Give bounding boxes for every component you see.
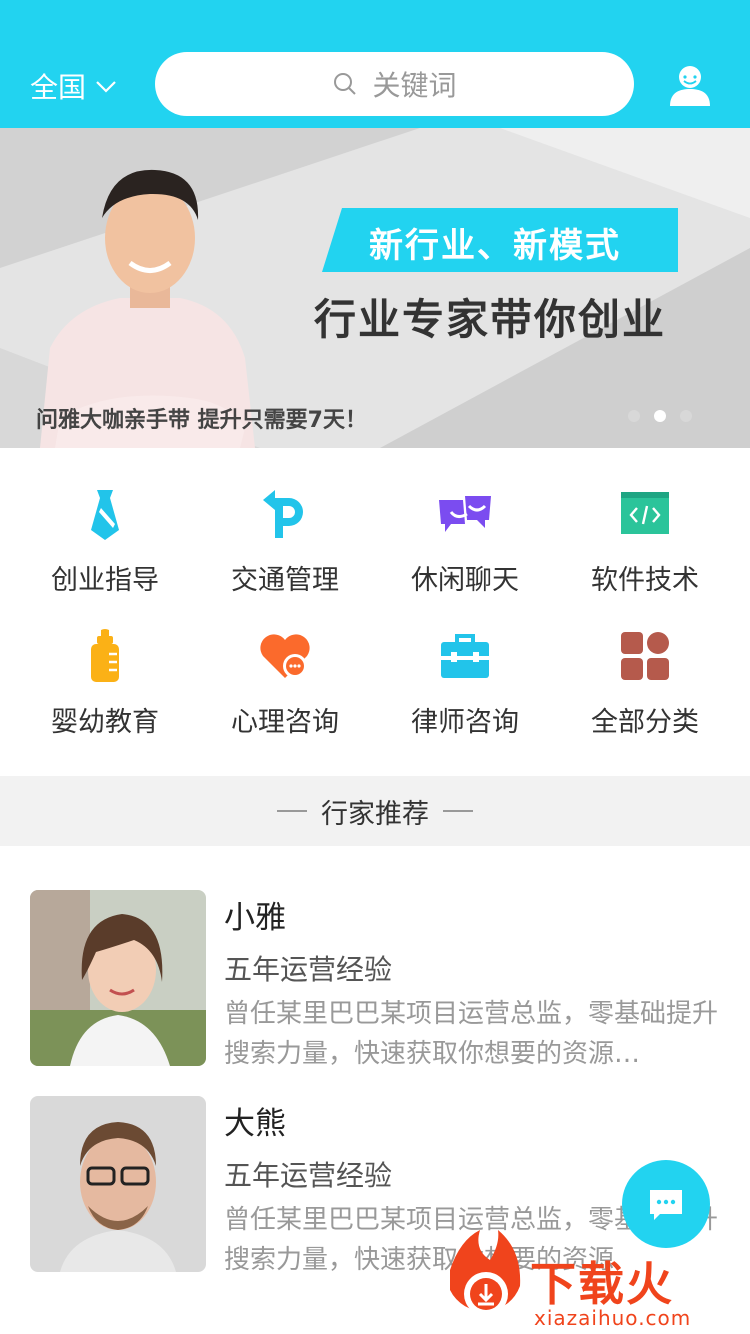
category-label: 创业指导 [51,565,159,596]
category-label: 心理咨询 [231,707,339,738]
briefcase-icon [441,634,489,678]
expert-avatar [30,890,206,1066]
parking-sign-icon [263,490,303,538]
expert-title: 五年运营经验 [224,1159,393,1192]
banner-slogan-primary: 新行业、新模式 [369,226,621,266]
grid-icon [621,632,669,680]
expert-card[interactable]: 小雅 五年运营经验 曾任某里巴巴某项目运营总监，零基础提升搜索力量，快速获取你想… [30,890,720,1069]
code-window-icon [621,492,669,534]
category-label: 休闲聊天 [411,565,519,596]
category-label: 律师咨询 [411,707,519,738]
carousel-indicator[interactable] [628,410,692,422]
expert-avatar [30,1096,206,1272]
top-bar: 全国 关键词 [0,0,750,128]
search-placeholder: 关键词 [372,69,457,102]
promo-banner[interactable]: 新行业、新模式 行业专家带你创业 问雅大咖亲手带 提升只需要7天！ [0,128,750,448]
category-grid: 创业指导 交通管理 休闲聊天 软件技术 婴幼教育 心理咨询 律师咨询 全部分类 [0,448,750,774]
section-header: 行家推荐 [0,776,750,846]
watermark-url: xiazaihuo.com [534,1306,692,1330]
expert-title: 五年运营经验 [224,953,393,986]
chevron-down-icon [96,81,116,93]
expert-description: 曾任某里巴巴某项目运营总监，零基础提升搜索力量，快速获取你想要的资源… [224,999,719,1069]
region-selector[interactable]: 全国 [30,66,118,106]
category-label: 婴幼教育 [51,707,159,738]
category-item-chat[interactable]: 休闲聊天 [375,486,555,597]
category-item-lawyer[interactable]: 律师咨询 [375,628,555,739]
category-item-psychology[interactable]: 心理咨询 [195,628,375,739]
carousel-dot[interactable] [680,410,692,422]
expert-name: 小雅 [224,900,286,936]
category-label: 全部分类 [591,707,699,738]
carousel-dot-active[interactable] [654,410,666,422]
watermark-brand: 下载火 [530,1257,674,1311]
carousel-dot[interactable] [628,410,640,422]
region-label: 全国 [30,71,87,104]
category-label: 交通管理 [231,565,339,596]
search-icon [334,73,357,95]
category-item-traffic[interactable]: 交通管理 [195,486,375,597]
baby-bottle-icon [91,629,119,682]
category-item-infant[interactable]: 婴幼教育 [15,628,195,739]
category-item-startup[interactable]: 创业指导 [15,486,195,597]
message-icon [650,1190,682,1220]
chat-bubbles-icon [439,496,491,532]
divider-line [443,810,473,812]
search-input[interactable]: 关键词 [155,52,634,116]
category-label: 软件技术 [591,565,699,596]
user-icon[interactable] [666,62,714,110]
expert-name: 大熊 [224,1106,286,1142]
section-title: 行家推荐 [321,798,429,830]
category-item-software[interactable]: 软件技术 [555,486,735,597]
divider-line [277,810,307,812]
category-item-all[interactable]: 全部分类 [555,628,735,739]
heart-chat-icon [260,634,310,678]
banner-caption: 问雅大咖亲手带 提升只需要7天！ [36,408,367,433]
tie-icon [91,490,119,540]
banner-slogan-secondary: 行业专家带你创业 [313,295,666,344]
